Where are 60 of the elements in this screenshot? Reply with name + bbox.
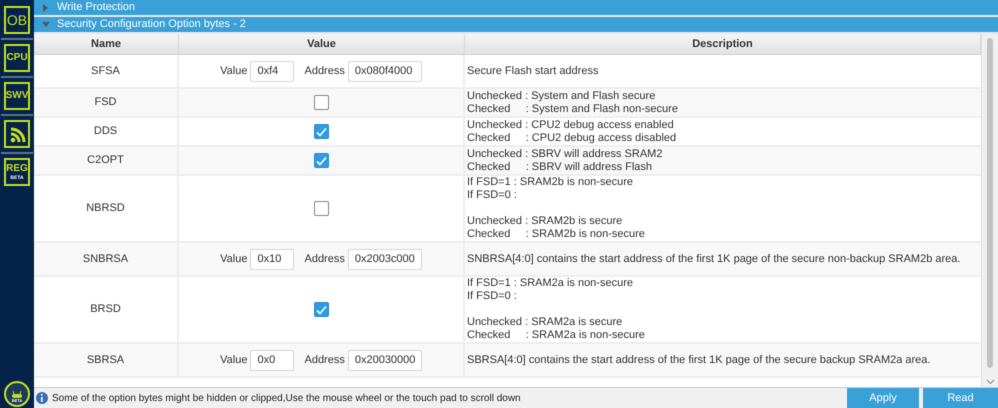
column-header: Name: [34, 34, 179, 54]
table-cell-text: SBRSA: [86, 352, 124, 368]
chevron-down-icon[interactable]: [986, 379, 994, 385]
table-cell-text: C2OPT: [87, 153, 124, 168]
input-field[interactable]: 0x0: [250, 350, 294, 370]
sidebar-tool-button[interactable]: SWV: [4, 82, 30, 110]
sidebar-tool-button[interactable]: CPU: [4, 44, 30, 72]
checkbox[interactable]: [314, 201, 328, 216]
description-text: Checked : System and Flash non-secure: [467, 102, 679, 116]
field-label: Address: [304, 252, 345, 267]
sidebar-tool-button[interactable]: [4, 120, 30, 148]
column-header: Value: [179, 34, 465, 54]
description-text: SNBRSA[4:0] contains the start address of the first 1K page of the secure non-backup SRAM2b area.: [467, 252, 962, 266]
description-text: Checked : SRAM2b is non-secure: [467, 228, 646, 241]
description-text: If FSD=0 :: [467, 290, 518, 303]
checkbox[interactable]: [314, 153, 328, 168]
checkmark-icon: [315, 156, 327, 166]
description-text: Unchecked : SBRV will address SRAM2: [467, 148, 664, 160]
field-label: Value: [220, 352, 248, 368]
checkmark-icon: [315, 126, 327, 136]
description-text: Secure Flash start address: [467, 64, 600, 78]
description-text: Unchecked : SRAM2a is secure: [467, 316, 624, 329]
description-text: If FSD=1 : SRAM2a is non-secure: [467, 277, 634, 290]
input-field[interactable]: 0x10: [250, 248, 294, 270]
checkmark-icon: [315, 304, 327, 314]
table-cell-text: SFSA: [91, 64, 120, 79]
table-cell-text: NBRSD: [86, 201, 125, 216]
robot-icon: [11, 391, 23, 399]
scrollbar-thumb[interactable]: [987, 38, 993, 368]
field-label: Address: [304, 64, 345, 79]
triangle-down-icon: [42, 20, 50, 28]
info-glyph-icon: [40, 394, 44, 402]
table-cell-text: DDS: [94, 124, 118, 140]
description-text: If FSD=1 : SRAM2b is non-secure: [467, 176, 634, 189]
field-label: Value: [220, 64, 248, 79]
table-cell-text: BRSD: [90, 302, 121, 318]
description-text: Unchecked : SRAM2b is secure: [467, 215, 624, 228]
input-field[interactable]: 0x080f4000: [348, 60, 422, 82]
input-field[interactable]: 0x2003c000: [348, 248, 422, 270]
table-cell-text: FSD: [94, 95, 116, 110]
wifi-icon: [8, 125, 26, 143]
checkbox[interactable]: [314, 124, 328, 139]
description-text: Checked : SRAM2a is non-secure: [467, 329, 646, 342]
checkbox[interactable]: [314, 95, 328, 110]
field-label: Address: [304, 352, 345, 368]
description-text: Checked : SBRV will address Flash: [467, 160, 654, 174]
table-cell-text: SNBRSA: [82, 252, 128, 267]
description-text: Unchecked : CPU2 debug access enabled: [467, 118, 675, 132]
input-field[interactable]: 0x20030000: [348, 350, 422, 370]
description-text: SBRSA[4:0] contains the start address of the first 1K page of the secure backup SRAM2a area.: [467, 354, 932, 366]
field-label: Value: [220, 252, 248, 267]
triangle-right-icon: [42, 4, 50, 12]
scrollbar[interactable]: [981, 34, 998, 387]
checkbox[interactable]: [314, 302, 328, 317]
description-text: Unchecked : System and Flash secure: [467, 90, 656, 102]
status-message: Some of the option bytes might be hidden or clipped,Use the mouse wheel or the touch pad to scroll down: [52, 392, 522, 406]
input-field[interactable]: 0xf4: [250, 60, 294, 82]
sidebar-tool-button[interactable]: OB: [4, 6, 30, 34]
description-text: If FSD=0 :: [467, 189, 518, 202]
description-text: Checked : CPU2 debug access disabled: [467, 132, 678, 144]
